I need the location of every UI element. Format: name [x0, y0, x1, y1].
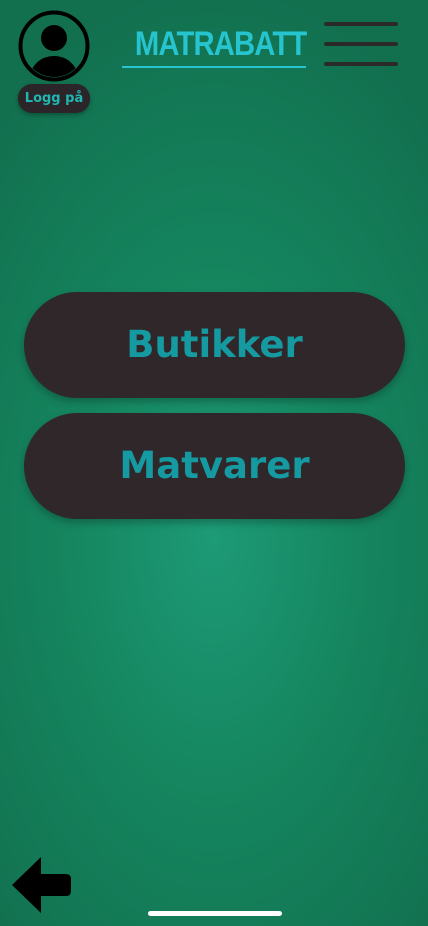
menu-bar: [324, 22, 398, 26]
stores-button[interactable]: Butikker: [24, 292, 405, 398]
brand-title[interactable]: MATRABATT: [135, 24, 307, 68]
login-button[interactable]: Logg på: [18, 84, 90, 113]
home-indicator: [148, 911, 282, 916]
arrow-left-icon: [12, 857, 71, 913]
groceries-button[interactable]: Matvarer: [24, 413, 405, 519]
brand-underline: [122, 66, 306, 68]
back-arrow-icon[interactable]: [10, 854, 74, 916]
menu-bar: [324, 62, 398, 66]
user-avatar-icon[interactable]: [18, 10, 90, 82]
hamburger-menu-icon[interactable]: [323, 20, 399, 70]
user-circle-icon: [18, 10, 90, 82]
menu-bar: [324, 42, 398, 46]
